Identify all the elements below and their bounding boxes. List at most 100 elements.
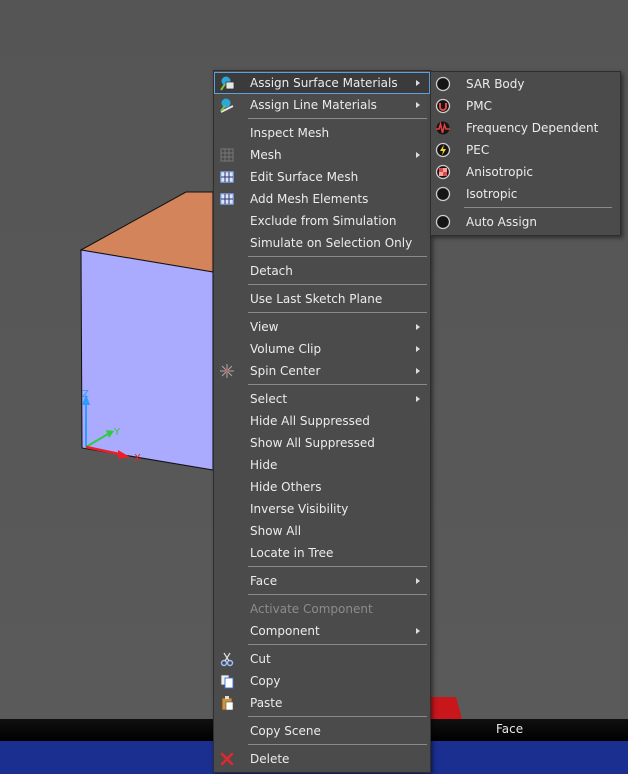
menu-item-assign-surface-materials[interactable]: Assign Surface Materials — [214, 72, 430, 94]
menu-item-delete[interactable]: Delete — [214, 748, 430, 770]
menu-item-label: Assign Line Materials — [250, 98, 377, 112]
menu-item-label: View — [250, 320, 279, 334]
menu-item-label: Edit Surface Mesh — [250, 170, 359, 184]
isotropic-circle-icon — [435, 186, 451, 202]
submenu-arrow-icon — [416, 102, 420, 108]
submenu-item-auto-assign[interactable]: Auto Assign — [431, 211, 620, 233]
auto-assign-icon — [435, 214, 451, 230]
submenu-arrow-icon — [416, 346, 420, 352]
assign-surface-materials-submenu: SAR Body PMC Frequency Dependent PEC Anisotr… — [430, 71, 621, 236]
assign-surface-material-icon — [220, 76, 235, 91]
menu-item-label: Show All — [250, 524, 302, 538]
menu-item-volume-clip[interactable]: Volume Clip — [214, 338, 430, 360]
menu-separator — [248, 716, 427, 717]
menu-item-label: Copy — [250, 674, 281, 688]
edit-mesh-icon — [220, 171, 234, 183]
y-axis-label: Y — [113, 427, 121, 438]
menu-item-label: Activate Component — [250, 602, 373, 616]
menu-item-show-all-suppressed[interactable]: Show All Suppressed — [214, 432, 430, 454]
menu-item-spin-center[interactable]: Spin Center — [214, 360, 430, 382]
menu-item-label: Component — [250, 624, 320, 638]
menu-item-cut[interactable]: Cut — [214, 648, 430, 670]
menu-item-inverse-visibility[interactable]: Inverse Visibility — [214, 498, 430, 520]
menu-item-label: Hide — [250, 458, 278, 472]
spin-center-icon — [220, 364, 234, 378]
menu-item-label: Inverse Visibility — [250, 502, 349, 516]
submenu-arrow-icon — [416, 578, 420, 584]
menu-separator — [248, 384, 427, 385]
menu-separator — [248, 118, 427, 119]
menu-item-use-last-sketch-plane[interactable]: Use Last Sketch Plane — [214, 288, 430, 310]
submenu-item-isotropic[interactable]: Isotropic — [431, 183, 620, 205]
menu-item-label: Hide Others — [250, 480, 322, 494]
submenu-item-pec[interactable]: PEC — [431, 139, 620, 161]
menu-item-copy[interactable]: Copy — [214, 670, 430, 692]
menu-item-exclude-from-simulation[interactable]: Exclude from Simulation — [214, 210, 430, 232]
menu-item-hide-all-suppressed[interactable]: Hide All Suppressed — [214, 410, 430, 432]
menu-item-label: Locate in Tree — [250, 546, 334, 560]
menu-item-locate-in-tree[interactable]: Locate in Tree — [214, 542, 430, 564]
menu-item-simulate-on-selection-only[interactable]: Simulate on Selection Only — [214, 232, 430, 254]
menu-item-label: Mesh — [250, 148, 282, 162]
pec-lightning-icon — [435, 142, 451, 158]
menu-item-paste[interactable]: Paste — [214, 692, 430, 714]
menu-item-label: Delete — [250, 752, 290, 766]
menu-item-hide[interactable]: Hide — [214, 454, 430, 476]
menu-item-activate-component: Activate Component — [214, 598, 430, 620]
menu-item-label: PMC — [466, 99, 492, 113]
delete-x-icon — [220, 752, 234, 766]
menu-item-label: Assign Surface Materials — [250, 76, 398, 90]
frequency-wave-icon — [436, 121, 450, 135]
scissors-icon — [220, 652, 234, 667]
assign-line-material-icon — [220, 98, 234, 113]
submenu-item-anisotropic[interactable]: Anisotropic — [431, 161, 620, 183]
paste-icon — [221, 696, 234, 711]
menu-item-label: Hide All Suppressed — [250, 414, 370, 428]
submenu-arrow-icon — [416, 152, 420, 158]
menu-item-label: Anisotropic — [466, 165, 534, 179]
submenu-arrow-icon — [416, 628, 420, 634]
menu-separator — [464, 207, 612, 208]
menu-item-view[interactable]: View — [214, 316, 430, 338]
submenu-item-sar-body[interactable]: SAR Body — [431, 73, 620, 95]
menu-item-label: Select — [250, 392, 288, 406]
menu-separator — [248, 256, 427, 257]
menu-separator — [248, 644, 427, 645]
menu-item-label: Isotropic — [466, 187, 518, 201]
copy-icon — [220, 674, 234, 689]
menu-item-label: Exclude from Simulation — [250, 214, 397, 228]
menu-item-inspect-mesh[interactable]: Inspect Mesh — [214, 122, 430, 144]
menu-item-edit-surface-mesh[interactable]: Edit Surface Mesh — [214, 166, 430, 188]
menu-item-show-all[interactable]: Show All — [214, 520, 430, 542]
cube-front-face[interactable] — [80, 249, 214, 471]
add-mesh-icon — [220, 193, 234, 205]
menu-item-label: Copy Scene — [250, 724, 321, 738]
submenu-item-frequency-dependent[interactable]: Frequency Dependent — [431, 117, 620, 139]
menu-item-label: Spin Center — [250, 364, 321, 378]
menu-item-label: Cut — [250, 652, 271, 666]
menu-item-mesh[interactable]: Mesh — [214, 144, 430, 166]
menu-item-copy-scene[interactable]: Copy Scene — [214, 720, 430, 742]
menu-item-hide-others[interactable]: Hide Others — [214, 476, 430, 498]
menu-separator — [248, 744, 427, 745]
menu-item-add-mesh-elements[interactable]: Add Mesh Elements — [214, 188, 430, 210]
menu-item-component[interactable]: Component — [214, 620, 430, 642]
submenu-item-pmc[interactable]: PMC — [431, 95, 620, 117]
menu-item-assign-line-materials[interactable]: Assign Line Materials — [214, 94, 430, 116]
menu-separator — [248, 594, 427, 595]
menu-separator — [248, 312, 427, 313]
menu-item-face[interactable]: Face — [214, 570, 430, 592]
menu-item-detach[interactable]: Detach — [214, 260, 430, 282]
menu-item-label: SAR Body — [466, 77, 525, 91]
menu-item-label: Auto Assign — [466, 215, 537, 229]
menu-item-label: Add Mesh Elements — [250, 192, 369, 206]
menu-item-label: Show All Suppressed — [250, 436, 375, 450]
menu-separator — [248, 284, 427, 285]
context-menu: Assign Surface Materials Assign Line Mate… — [213, 70, 431, 773]
menu-item-label: Simulate on Selection Only — [250, 236, 413, 250]
submenu-arrow-icon — [416, 80, 420, 86]
submenu-arrow-icon — [416, 368, 420, 374]
menu-item-label: Volume Clip — [250, 342, 322, 356]
mesh-grid-icon — [220, 148, 234, 162]
menu-item-select[interactable]: Select — [214, 388, 430, 410]
